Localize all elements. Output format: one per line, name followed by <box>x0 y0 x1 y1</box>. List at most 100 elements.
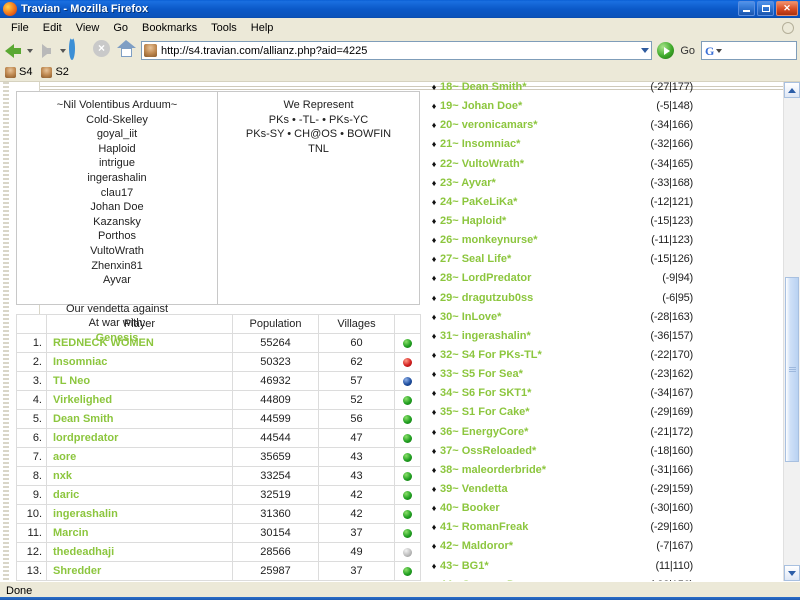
bullet-icon: ♦ <box>431 445 437 456</box>
village-owner-link[interactable]: 19~ Johan Doe* <box>440 97 631 116</box>
menu-item-edit[interactable]: Edit <box>36 20 69 36</box>
bullet-icon: ♦ <box>431 541 437 552</box>
list-item: ♦ 26~ monkeynurse* (-11|123) <box>428 231 693 250</box>
address-dropdown-chevron-down-icon[interactable] <box>641 48 650 53</box>
player-link[interactable]: nxk <box>53 470 72 482</box>
player-link[interactable]: REDNECK WOMEN <box>53 337 154 349</box>
status-badge-green-icon <box>403 414 412 424</box>
go-button[interactable] <box>657 42 675 59</box>
address-bar[interactable]: http://s4.travian.com/allianz.php?aid=42… <box>141 41 653 60</box>
player-link[interactable]: Shredder <box>53 565 101 577</box>
reload-icon <box>69 36 75 60</box>
scrollbar-thumb[interactable] <box>785 277 799 462</box>
village-owner-link[interactable]: 41~ RomanFreak <box>440 518 631 537</box>
village-owner-link[interactable]: 30~ InLove* <box>440 308 631 327</box>
village-owner-link[interactable]: 37~ OssReloaded* <box>440 442 631 461</box>
village-owner-link[interactable]: 23~ Ayvar* <box>440 174 631 193</box>
menu-item-go[interactable]: Go <box>106 20 135 36</box>
village-owner-link[interactable]: 33~ S5 For Sea* <box>440 365 631 384</box>
village-owner-link[interactable]: 35~ S1 For Cake* <box>440 403 631 422</box>
player-link[interactable]: Dean Smith <box>53 413 114 425</box>
menu-item-help[interactable]: Help <box>244 20 281 36</box>
column-header-villages: Villages <box>318 314 395 334</box>
alliance-info-box: ~Nil Volentibus Arduum~ Cold-Skelley goy… <box>16 91 420 344</box>
village-owner-link[interactable]: 31~ ingerashalin* <box>440 327 631 346</box>
player-population: 50323 <box>232 352 319 372</box>
scroll-up-button[interactable] <box>784 82 800 98</box>
home-button[interactable] <box>117 39 139 62</box>
player-status-cell <box>394 466 421 486</box>
village-coordinates: (-9|94) <box>662 272 693 285</box>
village-coordinates: (-5|148) <box>656 100 693 113</box>
village-owner-link[interactable]: 34~ S6 For SKT1* <box>440 384 631 403</box>
village-coordinates: (-11|123) <box>651 234 693 247</box>
village-owner-link[interactable]: 20~ veronicamars* <box>440 116 631 135</box>
player-link[interactable]: TL Neo <box>53 375 90 387</box>
reload-button[interactable] <box>69 36 91 62</box>
village-owner-link[interactable]: 26~ monkeynurse* <box>440 231 631 250</box>
player-villages: 42 <box>318 485 395 505</box>
player-link[interactable]: daric <box>53 489 79 501</box>
go-button-label: Go <box>680 44 695 57</box>
status-badge-green-icon <box>403 452 412 462</box>
village-owner-link[interactable]: 32~ S4 For PKs-TL* <box>440 346 631 365</box>
list-item: ♦ 35~ S1 For Cake* (-29|169) <box>428 403 693 422</box>
forward-button[interactable] <box>36 40 57 61</box>
player-link[interactable]: lordpredator <box>53 432 118 444</box>
bookmark-item-s2[interactable]: S2 <box>41 66 69 78</box>
minimize-button[interactable] <box>738 1 755 16</box>
village-owner-link[interactable]: 28~ LordPredator <box>440 269 631 288</box>
back-history-chevron-down-icon[interactable] <box>27 48 33 53</box>
bookmark-item-s4[interactable]: S4 <box>5 66 32 78</box>
player-population: 25987 <box>232 561 319 581</box>
player-link[interactable]: aore <box>53 451 76 463</box>
list-item: ♦ 19~ Johan Doe* (-5|148) <box>428 97 693 116</box>
player-link[interactable]: ingerashalin <box>53 508 118 520</box>
alliance-member: Johan Doe <box>90 201 144 214</box>
list-item: ♦ 24~ PaKeLiKa* (-12|121) <box>428 193 693 212</box>
player-table-body: 1. REDNECK WOMEN 55264 60 2. Insomniac 50323 62… <box>16 333 421 581</box>
village-coordinates: (-29|159) <box>650 482 693 495</box>
page-favicon-icon <box>144 44 157 57</box>
village-owner-link[interactable]: 39~ Vendetta <box>440 480 631 499</box>
search-bar[interactable]: G <box>701 41 797 60</box>
menu-item-view[interactable]: View <box>69 20 107 36</box>
village-owner-link[interactable]: 29~ dragutzub0ss <box>440 289 631 308</box>
village-owner-link[interactable]: 43~ BG1* <box>440 557 631 576</box>
menu-item-bookmarks[interactable]: Bookmarks <box>135 20 204 36</box>
village-owner-link[interactable]: 24~ PaKeLiKa* <box>440 193 631 212</box>
player-rank: 5. <box>16 409 47 429</box>
list-item: ♦ 23~ Ayvar* (-33|168) <box>428 174 693 193</box>
menu-bar: File Edit View Go Bookmarks Tools Help <box>0 18 800 38</box>
back-button[interactable] <box>3 40 24 61</box>
alliance-member: Cold-Skelley <box>86 113 148 126</box>
village-owner-link[interactable]: 38~ maleorderbride* <box>440 461 631 480</box>
village-owner-link[interactable]: 42~ Maldoror* <box>440 537 631 556</box>
village-owner-link[interactable]: 27~ Seal Life* <box>440 250 631 269</box>
menu-item-file[interactable]: File <box>4 20 36 36</box>
village-owner-link[interactable]: 22~ VultoWrath* <box>440 155 631 174</box>
village-owner-link[interactable]: 36~ EnergyCore* <box>440 423 631 442</box>
forward-history-chevron-down-icon[interactable] <box>60 48 66 53</box>
menu-item-tools[interactable]: Tools <box>204 20 244 36</box>
player-link[interactable]: Marcin <box>53 527 88 539</box>
player-link[interactable]: Virkelighed <box>53 394 112 406</box>
player-link[interactable]: Insomniac <box>53 356 107 368</box>
stop-button[interactable]: × <box>93 39 115 62</box>
player-name-cell: lordpredator <box>46 428 233 448</box>
vertical-scrollbar[interactable] <box>783 82 800 581</box>
village-coordinates: (-33|168) <box>650 176 693 189</box>
village-owner-link[interactable]: 25~ Haploid* <box>440 212 631 231</box>
village-owner-link[interactable]: 18~ Dean Smith* <box>440 82 631 97</box>
player-villages: 47 <box>318 428 395 448</box>
restore-button[interactable] <box>757 1 774 16</box>
close-button[interactable]: ✕ <box>776 1 798 16</box>
scroll-down-button[interactable] <box>784 565 800 581</box>
village-owner-link[interactable]: 21~ Insomniac* <box>440 135 631 154</box>
village-owner-link[interactable]: 40~ Booker <box>440 499 631 518</box>
search-engine-chevron-down-icon[interactable] <box>716 48 723 53</box>
list-item: ♦ 25~ Haploid* (-15|123) <box>428 212 693 231</box>
player-link[interactable]: thedeadhaji <box>53 546 114 558</box>
player-rank: 7. <box>16 447 47 467</box>
window-controls: ✕ <box>738 1 798 16</box>
